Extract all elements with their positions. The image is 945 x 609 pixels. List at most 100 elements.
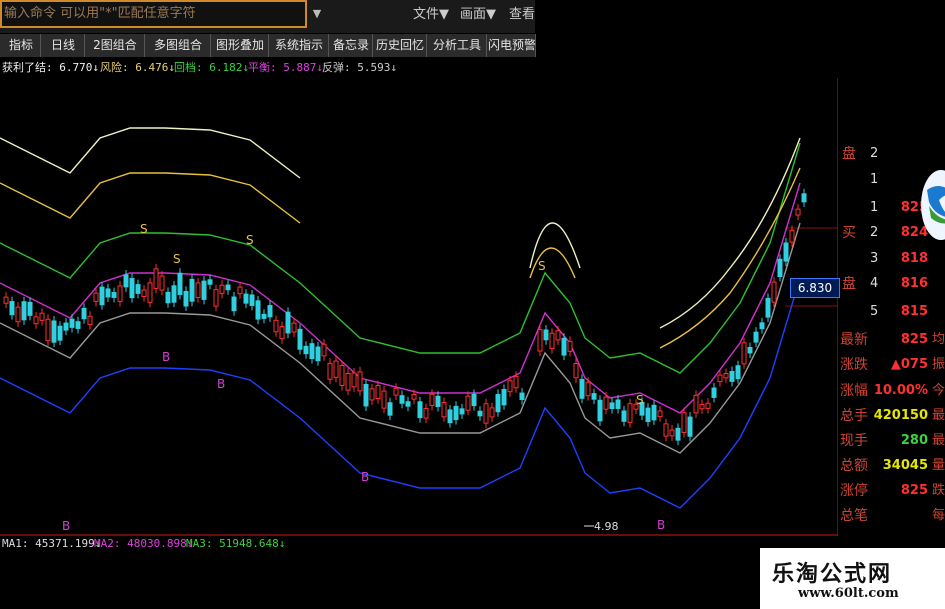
sell-mark: S bbox=[636, 393, 644, 407]
toolbar-daily[interactable]: 日线 bbox=[42, 34, 85, 57]
quote-label: 涨跌 bbox=[840, 357, 868, 373]
order-book-row: 盘 4 816 bbox=[838, 274, 945, 294]
candle-body bbox=[363, 383, 369, 407]
quote-label: 现手 bbox=[840, 433, 868, 449]
candle-body bbox=[507, 380, 513, 393]
quote-row: 涨幅 10.00% 今 bbox=[838, 381, 945, 401]
candle-body bbox=[597, 399, 603, 422]
command-input[interactable]: 输入命令 可以用"*"匹配任意字符 bbox=[0, 0, 307, 28]
quote-ext-label: 均 bbox=[932, 332, 945, 347]
candle-body bbox=[117, 285, 123, 303]
candle-body bbox=[87, 315, 93, 326]
indicator-item: 风险: 6.476↓ bbox=[100, 61, 175, 74]
candle-body bbox=[585, 381, 591, 397]
candle-body bbox=[177, 272, 183, 295]
order-book-label: 买 bbox=[842, 225, 856, 241]
candle-body bbox=[759, 322, 765, 330]
candle-body bbox=[471, 393, 477, 407]
quote-label: 涨停 bbox=[840, 483, 868, 499]
candle-body bbox=[57, 325, 63, 341]
candle-body bbox=[189, 278, 195, 302]
order-book-level: 5 bbox=[870, 304, 879, 319]
toolbar-indicator[interactable]: 指标 bbox=[2, 34, 41, 57]
candle-body bbox=[279, 326, 285, 340]
candle-body bbox=[375, 384, 381, 400]
toolbar-overlay[interactable]: 图形叠加 bbox=[212, 34, 269, 57]
order-book-level: 1 bbox=[870, 172, 879, 187]
sell-mark: S bbox=[538, 259, 546, 273]
candle-body bbox=[243, 293, 249, 304]
candle-body bbox=[333, 360, 339, 378]
candle-body bbox=[147, 282, 153, 303]
candle-body bbox=[741, 342, 747, 365]
menu-file[interactable]: 文件▼ bbox=[413, 4, 449, 26]
toolbar-memo[interactable]: 备忘录 bbox=[330, 34, 373, 57]
candle-body bbox=[501, 389, 507, 406]
candle-body bbox=[9, 301, 15, 316]
quote-value: 420150 bbox=[873, 408, 928, 423]
candle-body bbox=[153, 268, 159, 289]
candle-body bbox=[591, 393, 597, 400]
candle-body bbox=[783, 242, 789, 262]
candle-body bbox=[123, 274, 129, 288]
candle-body bbox=[411, 393, 417, 400]
candle-body bbox=[669, 429, 675, 437]
quote-label: 涨幅 bbox=[840, 383, 868, 399]
toolbar: 指标 日线 2图组合 多图组合 图形叠加 系统指示 备忘录 历史回忆 分析工具 … bbox=[0, 34, 536, 57]
candle-body bbox=[225, 284, 231, 291]
menu-view-layout[interactable]: 画面▼ bbox=[460, 4, 496, 26]
quote-ext-label: 最 bbox=[932, 433, 945, 448]
candle-body bbox=[207, 279, 213, 285]
candle-body bbox=[195, 282, 201, 299]
candle-body bbox=[747, 346, 753, 354]
buy-mark: B bbox=[217, 377, 225, 391]
toolbar-analysis-tools[interactable]: 分析工具 bbox=[428, 34, 487, 57]
buy-mark: B bbox=[657, 518, 665, 532]
band-line bbox=[0, 142, 801, 374]
toolbar-flash-alert[interactable]: 闪电预警 bbox=[488, 34, 536, 57]
order-book-label: 盘 bbox=[842, 276, 856, 292]
candle-body bbox=[765, 297, 771, 318]
candle-body bbox=[369, 388, 375, 401]
quote-label: 最新 bbox=[840, 332, 868, 348]
order-book-row: 3 818 bbox=[838, 249, 945, 269]
candlestick-chart[interactable]: S S S S S B B B B B 4.98 bbox=[0, 78, 838, 536]
band-line bbox=[0, 172, 301, 224]
band-line bbox=[0, 277, 801, 509]
quote-row: 总笔 每 bbox=[838, 506, 945, 526]
candle-body bbox=[21, 301, 27, 321]
quote-ext-label: 振 bbox=[932, 357, 945, 372]
candle-body bbox=[663, 423, 669, 437]
candle-body bbox=[435, 395, 441, 407]
price-tag: 6.830 bbox=[790, 278, 840, 298]
quote-ext-label: 量 bbox=[932, 458, 945, 473]
candle-body bbox=[567, 340, 573, 352]
candle-body bbox=[729, 370, 735, 382]
candle-body bbox=[219, 284, 225, 294]
toolbar-history[interactable]: 历史回忆 bbox=[374, 34, 427, 57]
chevron-down-icon[interactable]: ▼ bbox=[310, 4, 324, 24]
candle-body bbox=[603, 396, 609, 410]
candle-body bbox=[33, 316, 39, 325]
toolbar-multi-chart-combo[interactable]: 多图组合 bbox=[146, 34, 211, 57]
candle-body bbox=[99, 286, 105, 306]
candle-body bbox=[81, 307, 87, 320]
indicator-item: 获利了结: 6.770↓ bbox=[2, 61, 99, 74]
candle-body bbox=[75, 321, 81, 329]
candle-body bbox=[711, 387, 717, 398]
toolbar-2chart-combo[interactable]: 2图组合 bbox=[86, 34, 145, 57]
toolbar-system-indicator[interactable]: 系统指示 bbox=[270, 34, 329, 57]
candle-body bbox=[441, 402, 447, 418]
quote-row: 最新 825 均 bbox=[838, 330, 945, 350]
quote-value: 825 bbox=[900, 332, 928, 347]
quote-value: 10.00% bbox=[873, 383, 928, 398]
menu-view[interactable]: 查看 bbox=[509, 4, 535, 26]
sell-mark: S bbox=[173, 252, 181, 266]
order-book-level: 3 bbox=[870, 251, 879, 266]
volume-ma-item: MA2: 48030.898↓ bbox=[94, 537, 194, 550]
candle-body bbox=[135, 284, 141, 294]
candle-body bbox=[621, 410, 627, 422]
candle-body bbox=[381, 390, 387, 409]
candle-body bbox=[555, 330, 561, 341]
candle-body bbox=[63, 322, 69, 331]
